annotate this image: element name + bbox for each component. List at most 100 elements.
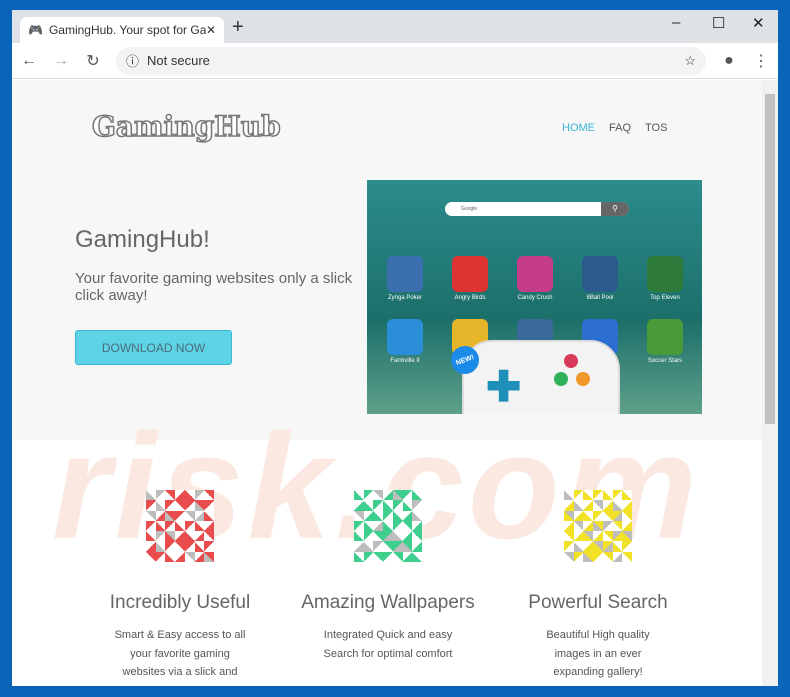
mosaic-cell [392, 531, 403, 542]
mosaic-cell [194, 541, 205, 552]
mosaic-cell [564, 520, 574, 532]
mosaic-cell [412, 510, 422, 521]
tab-bar: 🎮GamingHub. Your spot for Gaming✕ + – ☐ … [12, 10, 778, 43]
mosaic-cell [165, 490, 176, 501]
mosaic-cell [583, 551, 594, 562]
mosaic-cell [146, 510, 156, 521]
mosaic-cell [612, 551, 623, 562]
menu-icon[interactable]: ⋮ [752, 51, 770, 71]
mosaic-cell [402, 531, 413, 542]
mosaic-cell [175, 500, 185, 511]
app-tile: Farmville II [381, 319, 429, 364]
search-icon: ⚲ [601, 202, 629, 216]
mosaic-cell [593, 490, 603, 501]
mosaic-cell [175, 510, 185, 521]
reload-icon[interactable]: ↻ [84, 51, 102, 71]
tab[interactable]: 🎮 GamingHub. Your spot for Gaming✕ [20, 17, 224, 43]
account-icon[interactable]: ● [720, 52, 738, 70]
mosaic-cell [583, 531, 594, 542]
mosaic-cell [354, 531, 364, 542]
scrollbar[interactable] [762, 80, 778, 686]
app-icon [647, 256, 683, 292]
mosaic-cell [602, 490, 613, 501]
mosaic-cell [146, 541, 156, 552]
mosaic-cell [373, 500, 384, 511]
mosaic-cell [354, 551, 364, 562]
minimize-button[interactable]: – [672, 14, 680, 31]
mosaic-cell [363, 510, 374, 521]
mosaic-cell [194, 520, 205, 532]
mosaic-cell [204, 500, 214, 511]
mosaic-cell [155, 541, 166, 552]
mosaic-cell [402, 510, 413, 521]
mosaic-cell [593, 531, 603, 542]
app-tile: Soccer Stars [641, 319, 689, 364]
mosaic-cell [583, 541, 594, 552]
mosaic-cell [155, 510, 166, 521]
maximize-button[interactable]: ☐ [712, 14, 725, 32]
nav-menu: HOME FAQ TOS [562, 122, 667, 134]
app-tile: Angry Birds [446, 256, 494, 301]
mosaic-cell [383, 551, 393, 562]
mosaic-cell [204, 551, 214, 562]
mosaic-cell [204, 490, 214, 501]
close-icon[interactable]: ✕ [206, 23, 216, 37]
mosaic-cell [573, 490, 584, 501]
info-icon: ⓘ [126, 54, 140, 69]
mosaic-icon [564, 490, 632, 562]
feature-desc: Smart & Easy access to all your favorite… [114, 629, 246, 678]
mosaic-cell [622, 541, 632, 552]
security-label: Not secure [147, 53, 210, 68]
app-label: Soccer Stars [647, 358, 683, 364]
mosaic-cell [155, 500, 166, 511]
download-button[interactable]: DOWNLOAD NOW [75, 330, 232, 365]
subtitle: Your favorite gaming websites only a sli… [75, 270, 353, 304]
feature-wallpapers: Amazing Wallpapers Integrated Quick and e… [278, 490, 498, 663]
nav-tos[interactable]: TOS [645, 122, 667, 134]
toolbar: ← → ↻ ⓘ Not secure ☆ ● ⋮ [12, 43, 778, 79]
mosaic-cell [583, 510, 594, 521]
mosaic-cell [392, 541, 403, 552]
app-icon [582, 256, 618, 292]
app-label: Candy Crush [517, 295, 553, 301]
mosaic-cell [602, 520, 613, 532]
address-bar[interactable]: ⓘ Not secure ☆ [116, 46, 706, 75]
app-icon [452, 256, 488, 292]
mosaic-cell [363, 520, 374, 532]
mosaic-cell [354, 541, 364, 552]
mosaic-cell [146, 500, 156, 511]
nav-home[interactable]: HOME [562, 122, 595, 134]
mosaic-cell [204, 541, 214, 552]
mosaic-cell [402, 520, 413, 532]
mosaic-cell [204, 520, 214, 532]
mosaic-cell [564, 500, 574, 511]
mosaic-cell [612, 531, 623, 542]
close-window-button[interactable]: ✕ [752, 14, 765, 32]
app-tile: Top Eleven [641, 256, 689, 301]
mosaic-cell [593, 541, 603, 552]
mosaic-cell [373, 520, 384, 532]
mosaic-cell [383, 500, 393, 511]
mosaic-cell [612, 500, 623, 511]
headline: GamingHub! [75, 226, 210, 253]
mosaic-cell [194, 510, 205, 521]
mosaic-cell [583, 500, 594, 511]
feature-title: Amazing Wallpapers [301, 592, 475, 613]
mosaic-cell [354, 500, 364, 511]
star-icon[interactable]: ☆ [684, 53, 696, 69]
new-tab-button[interactable]: + [232, 16, 244, 39]
mosaic-cell [573, 551, 584, 562]
mosaic-cell [402, 490, 413, 501]
mosaic-cell [622, 520, 632, 532]
mosaic-cell [155, 490, 166, 501]
back-icon[interactable]: ← [20, 52, 38, 70]
nav-faq[interactable]: FAQ [609, 122, 631, 134]
mosaic-cell [175, 531, 185, 542]
scrollbar-thumb[interactable] [765, 94, 775, 424]
mosaic-cell [602, 510, 613, 521]
mosaic-cell [573, 541, 584, 552]
forward-icon[interactable]: → [52, 52, 70, 70]
mosaic-cell [383, 531, 393, 542]
app-label: Zynga Poker [387, 295, 423, 301]
mosaic-cell [354, 510, 364, 521]
